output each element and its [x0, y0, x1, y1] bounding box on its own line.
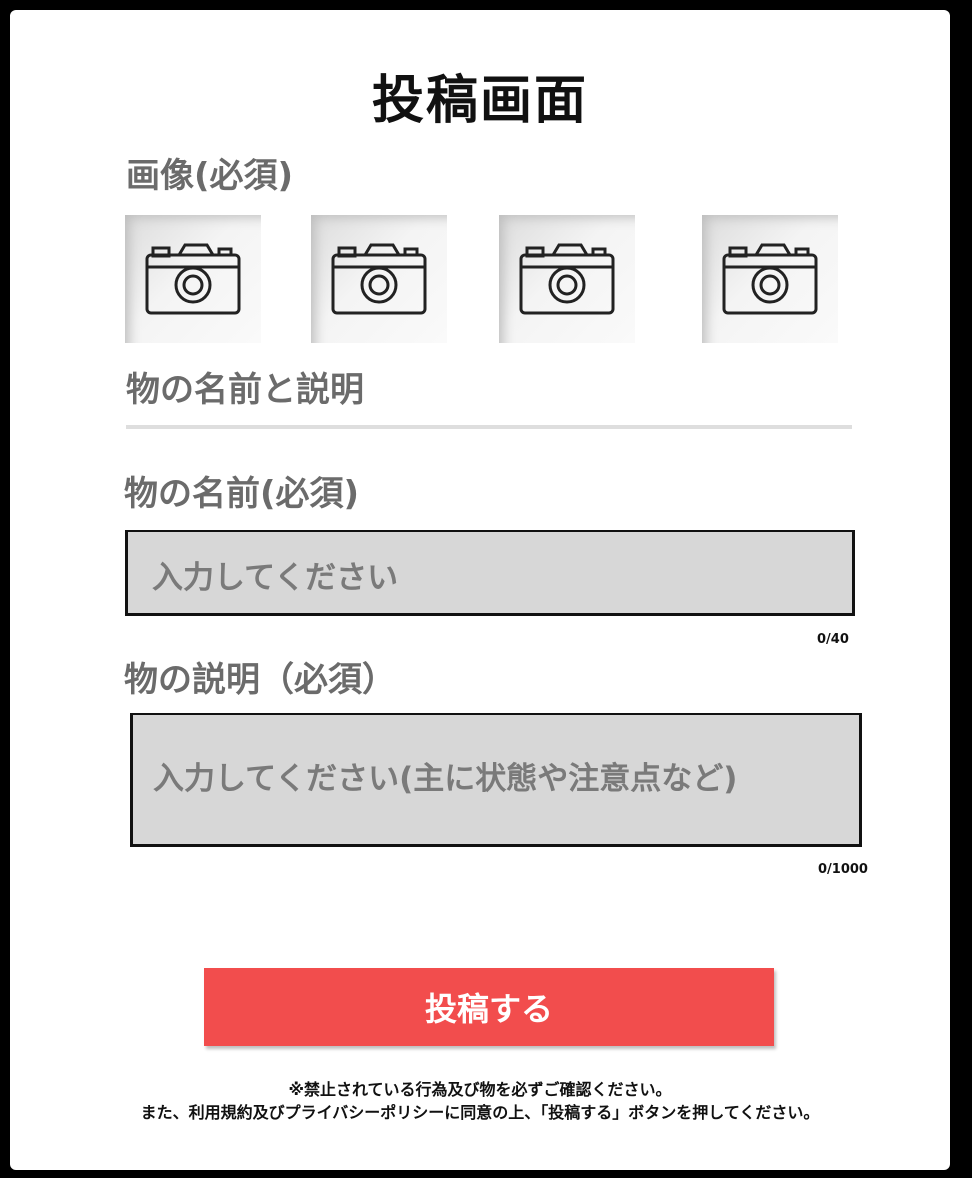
submit-post-button[interactable]: 投稿する [204, 968, 774, 1046]
name-input-placeholder: 入力してください [152, 560, 399, 596]
description-textarea-placeholder: 入力してください(主に状態や注意点など) [153, 761, 738, 797]
image-upload-slot-2[interactable] [311, 215, 447, 343]
notice-line-2: また、利用規約及びプライバシーポリシーに同意の上、「投稿する」ボタンを押してくだ… [140, 1103, 820, 1122]
page-title: 投稿画面 [371, 71, 588, 131]
camera-icon [145, 243, 241, 315]
description-char-counter: 0/1000 [818, 862, 868, 877]
image-upload-slot-3[interactable] [499, 215, 635, 343]
notice-line-1: ※禁止されている行為及び物を必ずご確認ください。 [288, 1080, 672, 1099]
name-field-label: 物の名前(必須) [124, 474, 360, 514]
name-char-counter: 0/40 [817, 632, 849, 647]
name-input[interactable]: 入力してください [125, 530, 855, 616]
image-upload-slot-1[interactable] [125, 215, 261, 343]
image-upload-row [10, 215, 950, 343]
details-section-label: 物の名前と説明 [126, 370, 364, 410]
section-divider [126, 425, 852, 429]
image-upload-slot-4[interactable] [702, 215, 838, 343]
description-textarea[interactable]: 入力してください(主に状態や注意点など) [130, 713, 862, 847]
camera-icon [519, 243, 615, 315]
description-field-label: 物の説明（必須） [124, 660, 396, 700]
post-screen: 投稿画面 画像(必須) 物の名前と説明 物の名前(必須) 入力してください 0/… [10, 10, 950, 1170]
images-label: 画像(必須) [126, 156, 294, 196]
camera-icon [331, 243, 427, 315]
camera-icon [722, 243, 818, 315]
